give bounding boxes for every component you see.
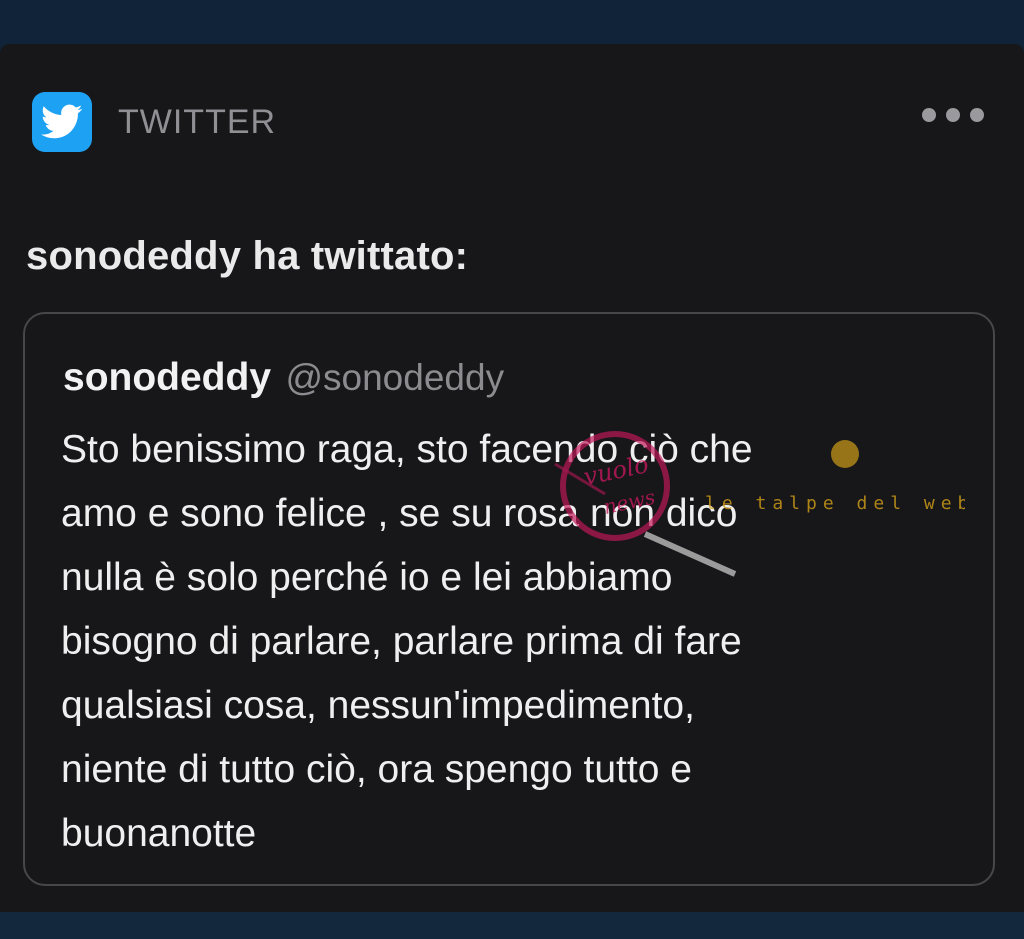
top-bar [0, 0, 1024, 44]
post-card: TWITTER sonodeddy ha twittato: sonodeddy… [0, 44, 1024, 912]
post-header: TWITTER [32, 92, 277, 152]
more-horizontal-icon[interactable] [922, 108, 984, 122]
tweet-display-name[interactable]: sonodeddy [63, 356, 271, 399]
tweet-handle[interactable]: @sonodeddy [285, 357, 504, 398]
bottom-bar [0, 912, 1024, 939]
post-title: sonodeddy ha twittato: [26, 234, 469, 278]
twitter-bird-icon [32, 92, 92, 152]
tweet-text: Sto benissimo raga, sto facendo ciò che … [61, 428, 753, 855]
embedded-tweet[interactable]: sonodeddy @sonodeddy Sto benissimo raga,… [23, 312, 995, 886]
app-name: TWITTER [118, 102, 277, 141]
tweet-author: sonodeddy @sonodeddy [63, 356, 504, 400]
